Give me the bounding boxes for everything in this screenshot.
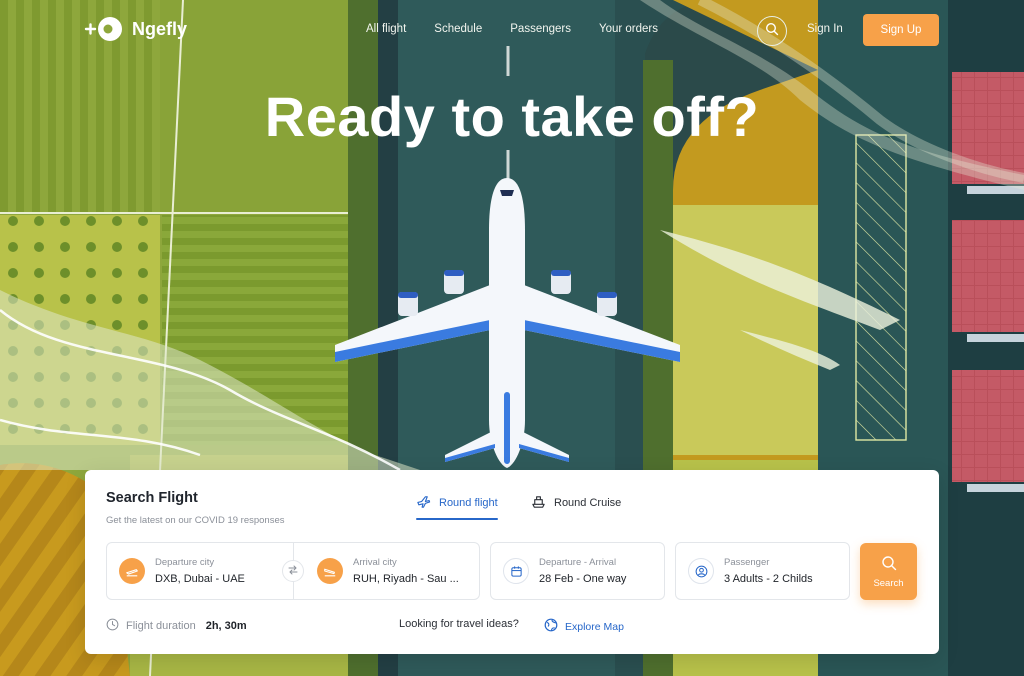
swap-icon — [288, 562, 298, 580]
landing-icon — [317, 558, 343, 584]
arrival-label: Arrival city — [353, 557, 397, 568]
tab-round-cruise[interactable]: Round Cruise — [531, 494, 621, 512]
nav-passengers[interactable]: Passengers — [510, 23, 571, 35]
flight-duration: Flight duration 2h, 30m — [106, 618, 247, 634]
dates-value: 28 Feb - One way — [539, 573, 627, 585]
hero-title: Ready to take off? — [264, 85, 760, 148]
departure-value: DXB, Dubai - UAE — [155, 573, 245, 585]
search-button-label: Search — [873, 577, 904, 589]
explore-map-link[interactable]: Explore Map — [544, 618, 624, 635]
top-navigation: Ngefly All flight Schedule Passengers Yo… — [0, 0, 1024, 60]
search-icon — [765, 22, 779, 41]
sign-up-button[interactable]: Sign Up — [863, 14, 939, 46]
nav-search-button[interactable] — [757, 16, 787, 46]
arrival-city-field[interactable]: Arrival city RUH, Riyadh - Sau ... — [317, 543, 459, 599]
travel-ideas-text: Looking for travel ideas? — [399, 618, 519, 630]
arrival-value: RUH, Riyadh - Sau ... — [353, 573, 459, 585]
date-field[interactable]: Departure - Arrival 28 Feb - One way — [490, 542, 665, 600]
takeoff-icon — [119, 558, 145, 584]
search-flight-card: Search Flight Get the latest on our COVI… — [85, 470, 939, 654]
dates-label: Departure - Arrival — [539, 557, 617, 568]
duration-label: Flight duration — [126, 620, 196, 632]
passenger-label: Passenger — [724, 557, 770, 568]
tab-round-cruise-label: Round Cruise — [554, 497, 622, 509]
ship-icon — [531, 494, 546, 512]
nav-links: All flight Schedule Passengers Your orde… — [366, 23, 658, 35]
tab-round-flight-label: Round flight — [439, 497, 498, 509]
clock-icon — [106, 618, 119, 634]
covid-notice[interactable]: Get the latest on our COVID 19 responses — [106, 515, 284, 526]
nav-schedule[interactable]: Schedule — [434, 23, 482, 35]
departure-label: Departure city — [155, 557, 215, 568]
brand-logo[interactable]: Ngefly — [84, 14, 187, 44]
nav-your-orders[interactable]: Your orders — [599, 23, 658, 35]
duration-value: 2h, 30m — [205, 620, 247, 632]
logo-icon — [84, 14, 124, 44]
sign-in-link[interactable]: Sign In — [807, 23, 843, 35]
departure-city-field[interactable]: Departure city DXB, Dubai - UAE — [119, 543, 245, 599]
search-icon — [881, 555, 897, 574]
tab-round-flight[interactable]: Round flight — [416, 494, 498, 520]
passenger-value: 3 Adults - 2 Childs — [724, 573, 813, 585]
plane-icon — [416, 494, 431, 512]
passenger-field[interactable]: Passenger 3 Adults - 2 Childs — [675, 542, 850, 600]
swap-cities-button[interactable] — [282, 560, 304, 582]
user-icon — [688, 558, 714, 584]
nav-all-flight[interactable]: All flight — [366, 23, 406, 35]
globe-icon — [544, 618, 558, 635]
search-flights-button[interactable]: Search — [860, 543, 917, 600]
brand-name: Ngefly — [132, 18, 188, 39]
city-selector: Departure city DXB, Dubai - UAE Arrival … — [106, 542, 480, 600]
calendar-icon — [503, 558, 529, 584]
search-title: Search Flight — [106, 490, 198, 506]
explore-map-label: Explore Map — [565, 620, 624, 633]
